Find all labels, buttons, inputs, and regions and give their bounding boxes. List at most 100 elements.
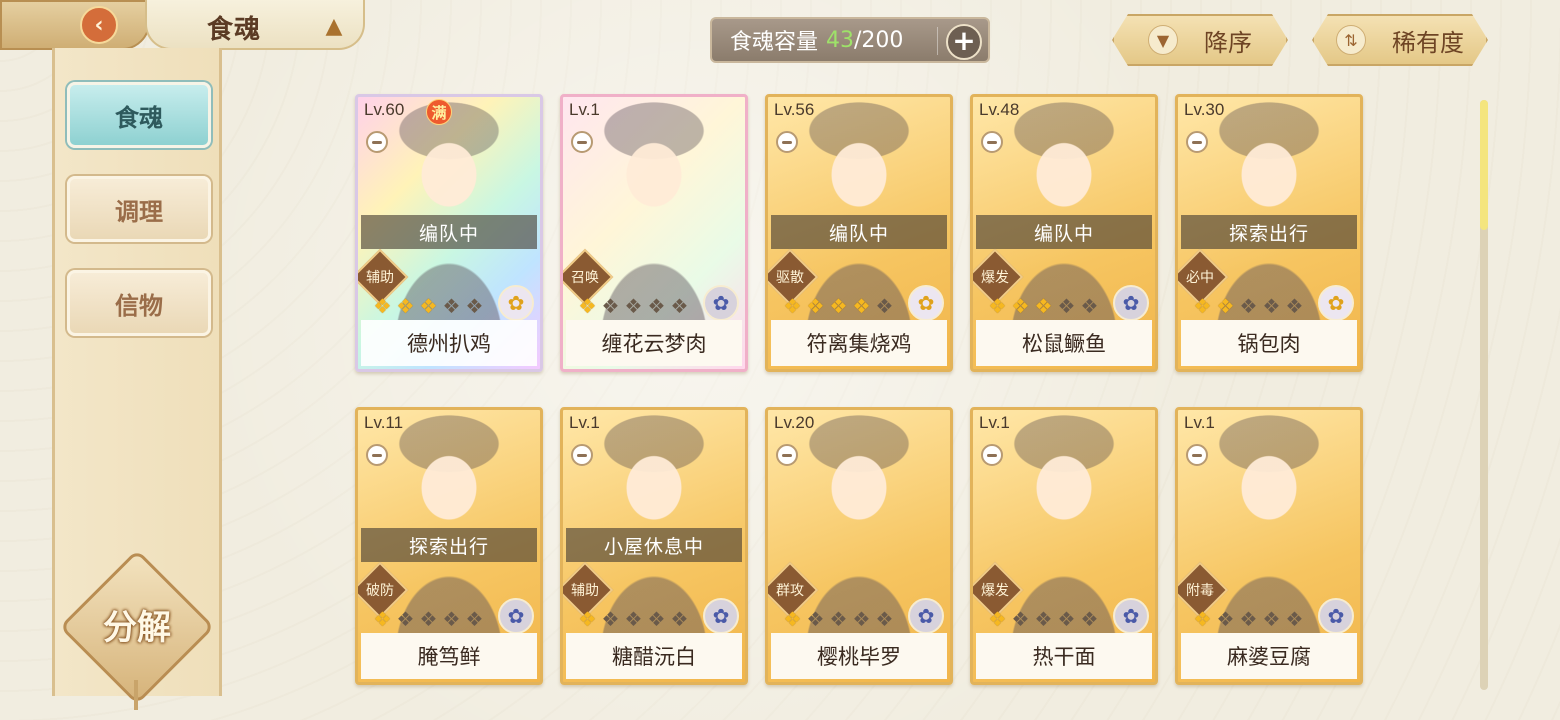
food-soul-card[interactable]: Lv.11 探索出行 破防 ❖ ❖ ❖ ❖ ❖ ✿ 腌笃鲜 <box>355 407 543 685</box>
flame-star-icon: ❖ <box>783 607 802 631</box>
blue-flower-icon: ✿ <box>498 598 534 634</box>
page-title-tab: 食魂 ▲ <box>145 0 365 50</box>
flame-star-icon: ❖ <box>1239 607 1258 631</box>
blue-flower-icon: ✿ <box>1318 598 1354 634</box>
status-label: 小屋休息中 <box>566 528 742 562</box>
blue-flower-icon: ✿ <box>1113 598 1149 634</box>
flame-star-icon: ❖ <box>578 294 597 318</box>
blue-flower-icon: ✿ <box>908 598 944 634</box>
flame-star-icon: ❖ <box>465 607 484 631</box>
status-label: 编队中 <box>976 215 1152 249</box>
flame-star-icon: ❖ <box>1262 607 1281 631</box>
bowl-icon <box>776 444 798 466</box>
back-arrow-icon: ‹ <box>80 6 118 44</box>
flame-star-icon: ❖ <box>829 294 848 318</box>
flame-star-icon: ❖ <box>783 294 802 318</box>
food-soul-name: 腌笃鲜 <box>361 633 537 679</box>
star-rating: ❖ ❖ ❖ ❖ ❖ <box>987 295 1100 319</box>
food-soul-name: 符离集烧鸡 <box>771 320 947 366</box>
flame-star-icon: ❖ <box>806 607 825 631</box>
flame-star-icon: ❖ <box>396 607 415 631</box>
gold-flower-icon: ✿ <box>1318 285 1354 321</box>
role-label: 爆发 <box>981 270 1009 286</box>
star-rating: ❖ ❖ ❖ ❖ ❖ <box>577 295 690 319</box>
role-label: 附毒 <box>1186 583 1214 599</box>
role-label: 破防 <box>366 583 394 599</box>
food-soul-name: 德州扒鸡 <box>361 320 537 366</box>
flame-star-icon: ❖ <box>1080 607 1099 631</box>
food-soul-card[interactable]: Lv.20 群攻 ❖ ❖ ❖ ❖ ❖ ✿ 樱桃毕罗 <box>765 407 953 685</box>
flame-star-icon: ❖ <box>1285 607 1304 631</box>
sort-order-button[interactable]: ▼ 降序 <box>1112 14 1288 66</box>
scrollbar-thumb[interactable] <box>1480 100 1488 230</box>
tab-tokens[interactable]: 信物 <box>67 270 211 336</box>
level-label: Lv.11 <box>364 413 404 432</box>
back-button[interactable]: ‹ <box>0 0 150 50</box>
sort-field-label: 稀有度 <box>1392 28 1464 57</box>
level-label: Lv.56 <box>774 100 815 119</box>
food-soul-card[interactable]: Lv.1 小屋休息中 辅助 ❖ ❖ ❖ ❖ ❖ ✿ 糖醋沅白 <box>560 407 748 685</box>
food-soul-name: 锅包肉 <box>1181 320 1357 366</box>
role-label: 必中 <box>1186 270 1214 286</box>
food-soul-card[interactable]: Lv.48 编队中 爆发 ❖ ❖ ❖ ❖ ❖ ✿ 松鼠鳜鱼 <box>970 94 1158 372</box>
flame-star-icon: ❖ <box>1193 607 1212 631</box>
food-soul-card[interactable]: Lv.60 满编队中 辅助 ❖ ❖ ❖ ❖ ❖ ✿ 德州扒鸡 <box>355 94 543 372</box>
level-label: Lv.60 <box>364 100 405 119</box>
flame-star-icon: ❖ <box>465 294 484 318</box>
capacity-display: 食魂容量 43 /200 + <box>710 17 990 63</box>
food-soul-name: 麻婆豆腐 <box>1181 633 1357 679</box>
food-soul-name: 樱桃毕罗 <box>771 633 947 679</box>
role-label: 群攻 <box>776 583 804 599</box>
food-soul-name: 糖醋沅白 <box>566 633 742 679</box>
flame-star-icon: ❖ <box>852 294 871 318</box>
food-soul-name: 松鼠鳜鱼 <box>976 320 1152 366</box>
flame-star-icon: ❖ <box>1216 294 1235 318</box>
status-label: 编队中 <box>771 215 947 249</box>
bowl-icon <box>776 131 798 153</box>
tab-conditioning[interactable]: 调理 <box>67 176 211 242</box>
level-label: Lv.1 <box>569 413 600 432</box>
flame-star-icon: ❖ <box>578 607 597 631</box>
bowl-icon <box>1186 131 1208 153</box>
flame-star-icon: ❖ <box>1034 294 1053 318</box>
flame-star-icon: ❖ <box>1011 607 1030 631</box>
sort-field-button[interactable]: ⇅ 稀有度 <box>1312 14 1488 66</box>
divider <box>937 27 938 55</box>
star-rating: ❖ ❖ ❖ ❖ ❖ <box>782 608 895 632</box>
bowl-icon <box>366 131 388 153</box>
flame-star-icon: ❖ <box>624 607 643 631</box>
food-soul-card[interactable]: Lv.1 附毒 ❖ ❖ ❖ ❖ ❖ ✿ 麻婆豆腐 <box>1175 407 1363 685</box>
star-rating: ❖ ❖ ❖ ❖ ❖ <box>577 608 690 632</box>
flame-star-icon: ❖ <box>670 607 689 631</box>
bowl-icon <box>366 444 388 466</box>
bowl-icon <box>571 444 593 466</box>
food-soul-name: 缠花云梦肉 <box>566 320 742 366</box>
bowl-icon <box>981 444 1003 466</box>
role-label: 辅助 <box>571 583 599 599</box>
role-label: 爆发 <box>981 583 1009 599</box>
food-soul-card[interactable]: Lv.1 爆发 ❖ ❖ ❖ ❖ ❖ ✿ 热干面 <box>970 407 1158 685</box>
scrollbar[interactable] <box>1480 100 1488 690</box>
star-rating: ❖ ❖ ❖ ❖ ❖ <box>1192 295 1305 319</box>
food-soul-card[interactable]: Lv.56 编队中 驱散 ❖ ❖ ❖ ❖ ❖ ✿ 符离集烧鸡 <box>765 94 953 372</box>
expand-capacity-button[interactable]: + <box>946 24 982 60</box>
flame-star-icon: ❖ <box>852 607 871 631</box>
triangle-down-icon: ▼ <box>1148 25 1178 55</box>
tab-food-souls[interactable]: 食魂 <box>67 82 211 148</box>
flame-star-icon: ❖ <box>1011 294 1030 318</box>
food-soul-card[interactable]: Lv.1 召唤 ❖ ❖ ❖ ❖ ❖ ✿ 缠花云梦肉 <box>560 94 748 372</box>
capacity-max: /200 <box>854 27 904 53</box>
star-rating: ❖ ❖ ❖ ❖ ❖ <box>782 295 895 319</box>
level-label: Lv.1 <box>569 100 600 119</box>
pavilion-icon[interactable]: ▲ <box>319 12 349 40</box>
flame-star-icon: ❖ <box>1193 294 1212 318</box>
page-title: 食魂 <box>207 15 262 45</box>
flame-star-icon: ❖ <box>1239 294 1258 318</box>
flame-star-icon: ❖ <box>806 294 825 318</box>
level-label: Lv.1 <box>1184 413 1215 432</box>
food-soul-name: 热干面 <box>976 633 1152 679</box>
bowl-icon <box>571 131 593 153</box>
flame-star-icon: ❖ <box>829 607 848 631</box>
flame-star-icon: ❖ <box>419 294 438 318</box>
food-soul-card[interactable]: Lv.30 探索出行 必中 ❖ ❖ ❖ ❖ ❖ ✿ 锅包肉 <box>1175 94 1363 372</box>
